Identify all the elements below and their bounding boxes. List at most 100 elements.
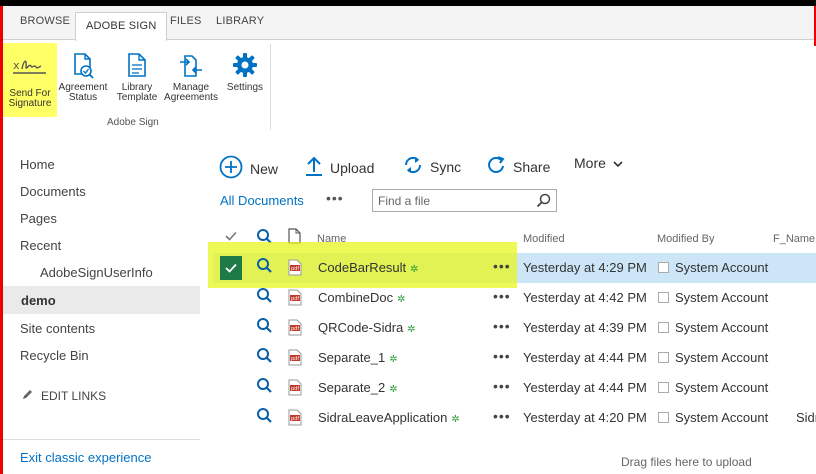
manage-agreements-icon xyxy=(162,52,220,80)
presence-checkbox xyxy=(658,382,669,393)
magnifier-icon[interactable] xyxy=(256,377,273,399)
upload-button[interactable]: Upload xyxy=(305,155,374,180)
nav-item-demo[interactable]: demo xyxy=(3,286,200,314)
new-item-icon: ✲ xyxy=(389,384,398,395)
new-item-icon: ✲ xyxy=(451,414,460,425)
manage-agreements-button[interactable]: Manage Agreements xyxy=(162,52,220,103)
sync-icon xyxy=(403,155,423,178)
plus-circle-icon xyxy=(219,155,243,182)
pdf-file-icon: pdf xyxy=(288,319,302,341)
table-row[interactable]: pdf SidraLeaveApplication ✲ ••• Yesterday… xyxy=(213,403,816,433)
sync-button[interactable]: Sync xyxy=(403,155,461,178)
drag-files-message: Drag files here to upload xyxy=(621,455,752,469)
modified-by-text[interactable]: System Account xyxy=(675,260,768,275)
table-row-content: pdf CodeBarResult ✲ ••• Yesterday at 4:29… xyxy=(213,253,816,283)
exit-classic-experience-link[interactable]: Exit classic experience xyxy=(20,450,152,465)
modified-date: Yesterday at 4:44 PM xyxy=(523,350,647,365)
modified-date: Yesterday at 4:20 PM xyxy=(523,410,647,425)
more-options-ellipsis[interactable]: ••• xyxy=(493,348,511,364)
file-name[interactable]: CodeBarResult ✲ xyxy=(318,260,419,275)
more-options-ellipsis[interactable]: ••• xyxy=(493,288,511,304)
nav-item-adobesignuserinfo[interactable]: AdobeSignUserInfo xyxy=(40,265,153,280)
tab-adobe-sign[interactable]: ADOBE SIGN xyxy=(75,12,168,41)
tab-files[interactable]: FILES xyxy=(170,15,202,27)
magnifier-icon[interactable] xyxy=(256,347,273,369)
modified-by-text[interactable]: System Account xyxy=(675,320,768,335)
magnifier-icon[interactable] xyxy=(256,317,273,339)
send-for-signature-button[interactable]: x Send For Signature xyxy=(3,43,57,117)
svg-text:pdf: pdf xyxy=(291,326,299,332)
modified-by: System Account xyxy=(658,410,768,425)
send-for-signature-label-2: Signature xyxy=(8,98,52,109)
file-name-text: Separate_1 xyxy=(318,350,386,365)
nav-item-home[interactable]: Home xyxy=(20,157,55,172)
nav-item-site-contents[interactable]: Site contents xyxy=(20,321,95,336)
magnifier-icon[interactable] xyxy=(256,257,273,279)
ribbon-group-label: Adobe Sign xyxy=(107,117,159,128)
file-name[interactable]: QRCode-Sidra ✲ xyxy=(318,320,416,335)
file-name[interactable]: CombineDoc ✲ xyxy=(318,290,406,305)
svg-text:x: x xyxy=(13,59,20,72)
table-row[interactable]: pdf CombineDoc ✲ ••• Yesterday at 4:42 PM… xyxy=(213,283,816,313)
search-input[interactable] xyxy=(373,190,528,211)
modified-date: Yesterday at 4:29 PM xyxy=(523,260,647,275)
view-options-ellipsis[interactable]: ••• xyxy=(326,190,344,206)
modified-by-text[interactable]: System Account xyxy=(675,380,768,395)
search-icon[interactable] xyxy=(536,193,551,213)
header-modified-by[interactable]: Modified By xyxy=(657,233,714,245)
view-all-documents[interactable]: All Documents xyxy=(220,193,304,208)
file-name[interactable]: Separate_1 ✲ xyxy=(318,350,398,365)
nav-divider xyxy=(3,439,200,440)
modified-by: System Account xyxy=(658,350,768,365)
edit-links-link[interactable]: EDIT LINKS xyxy=(22,388,106,403)
tab-browse[interactable]: BROWSE xyxy=(20,15,70,27)
upload-label: Upload xyxy=(330,159,375,176)
magnifier-icon[interactable] xyxy=(256,407,273,429)
more-options-ellipsis[interactable]: ••• xyxy=(493,378,511,394)
more-options-ellipsis[interactable]: ••• xyxy=(493,258,511,274)
nav-item-documents[interactable]: Documents xyxy=(20,184,86,199)
nav-item-recycle-bin[interactable]: Recycle Bin xyxy=(20,348,89,363)
presence-checkbox xyxy=(658,412,669,423)
nav-item-pages[interactable]: Pages xyxy=(20,211,57,226)
file-name-text: QRCode-Sidra xyxy=(318,320,404,335)
header-f-name[interactable]: F_Name xyxy=(773,233,815,245)
agreement-status-label-2: Status xyxy=(68,92,98,103)
settings-label: Settings xyxy=(226,82,264,93)
modified-by-text[interactable]: System Account xyxy=(675,350,768,365)
file-name-text: CodeBarResult xyxy=(318,260,407,275)
library-template-button[interactable]: Library Template xyxy=(110,52,164,103)
more-options-ellipsis[interactable]: ••• xyxy=(493,408,511,424)
new-button[interactable]: New xyxy=(219,155,278,182)
settings-button[interactable]: Settings xyxy=(222,52,268,93)
table-row[interactable]: pdf Separate_1 ✲ ••• Yesterday at 4:44 PM… xyxy=(213,343,816,373)
svg-text:pdf: pdf xyxy=(291,296,299,302)
agreement-status-icon xyxy=(56,52,110,80)
table-row[interactable]: pdf Separate_2 ✲ ••• Yesterday at 4:44 PM… xyxy=(213,373,816,403)
modified-by: System Account xyxy=(658,290,768,305)
new-item-icon: ✲ xyxy=(397,294,406,305)
tab-library[interactable]: LIBRARY xyxy=(216,15,264,27)
table-row[interactable]: pdf QRCode-Sidra ✲ ••• Yesterday at 4:39 … xyxy=(213,313,816,343)
more-button[interactable]: More xyxy=(574,155,623,171)
file-name[interactable]: Separate_2 ✲ xyxy=(318,380,398,395)
row-checkmark-icon xyxy=(220,256,242,280)
nav-item-recent[interactable]: Recent xyxy=(20,238,61,253)
svg-text:pdf: pdf xyxy=(291,356,299,362)
gear-icon xyxy=(222,52,268,80)
more-options-ellipsis[interactable]: ••• xyxy=(493,318,511,334)
modified-by-text[interactable]: System Account xyxy=(675,290,768,305)
pdf-file-icon: pdf xyxy=(288,259,302,281)
new-item-icon: ✲ xyxy=(407,324,416,335)
pdf-file-icon: pdf xyxy=(288,409,302,431)
magnifier-icon[interactable] xyxy=(256,287,273,309)
header-modified[interactable]: Modified xyxy=(523,233,565,245)
modified-date: Yesterday at 4:39 PM xyxy=(523,320,647,335)
signature-icon: x xyxy=(3,55,57,81)
share-button[interactable]: Share xyxy=(486,155,550,178)
pencil-icon xyxy=(22,388,34,403)
new-label: New xyxy=(250,160,279,177)
agreement-status-button[interactable]: Agreement Status xyxy=(56,52,110,103)
file-name[interactable]: SidraLeaveApplication ✲ xyxy=(318,410,460,425)
modified-by-text[interactable]: System Account xyxy=(675,410,768,425)
